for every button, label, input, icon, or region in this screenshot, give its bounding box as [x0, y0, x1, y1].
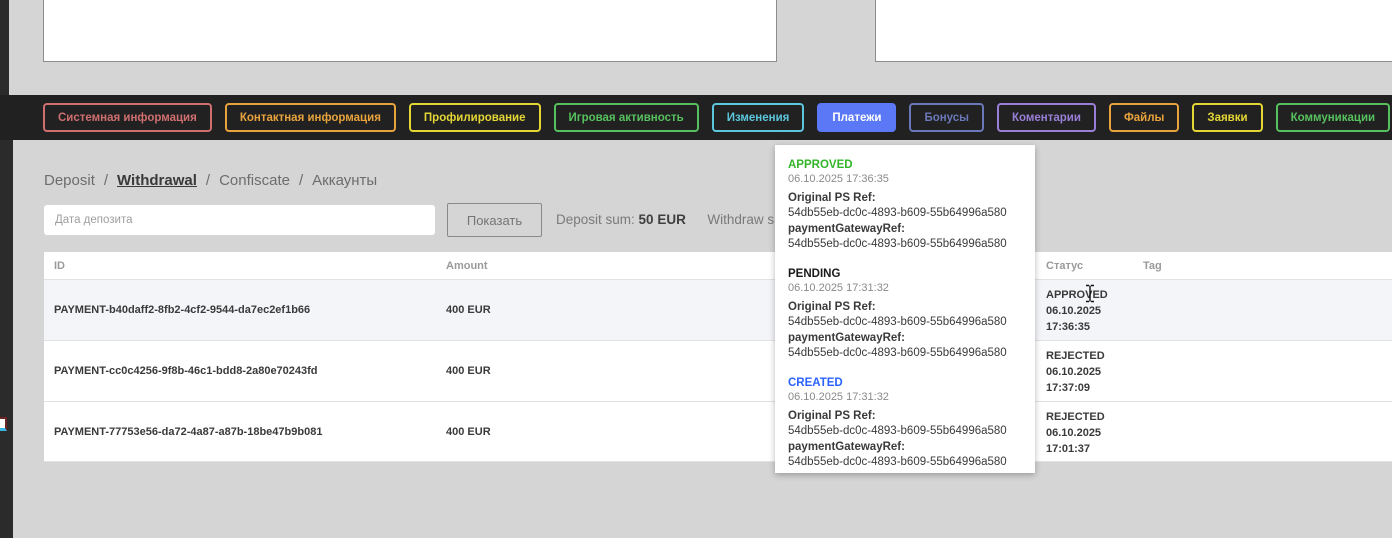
entry-status: PENDING	[788, 268, 841, 280]
tab-game-activity[interactable]: Игровая активность	[553, 103, 699, 132]
status-history-popup: APPROVED 06.10.2025 17:36:35 Original PS…	[775, 145, 1035, 473]
table-header: ID Amount Статус Tag	[44, 252, 1392, 279]
payment-amount: 400 EUR	[446, 365, 491, 377]
status-date: 06.10.2025	[1046, 305, 1102, 317]
ps-ref-label: Original PS Ref:	[788, 410, 876, 422]
payment-status[interactable]: REJECTED 06.10.2025 17:01:37	[1046, 409, 1105, 457]
deposit-sum-value: 50 EUR	[638, 212, 686, 227]
tab-profiling[interactable]: Профилирование	[408, 103, 541, 132]
left-edge-strip-bottom	[0, 140, 13, 538]
tab-bonuses[interactable]: Бонусы	[909, 103, 984, 132]
status-time: 17:37:09	[1046, 382, 1091, 394]
gateway-ref-value: 54db55eb-dc0c-4893-b609-55b64996a580	[788, 238, 1007, 250]
ps-ref-value: 54db55eb-dc0c-4893-b609-55b64996a580	[788, 425, 1007, 437]
breadcrumb-withdrawal[interactable]: Withdrawal	[117, 172, 197, 189]
payment-amount: 400 EUR	[446, 425, 491, 438]
status-text: REJECTED	[1046, 411, 1105, 423]
payment-id: PAYMENT-b40daff2-8fb2-4cf2-9544-da7ec2ef…	[54, 304, 311, 316]
header-tag: Tag	[1143, 260, 1162, 272]
ps-ref-label: Original PS Ref:	[788, 301, 876, 313]
gateway-ref-label: paymentGatewayRef:	[788, 223, 905, 235]
status-text: APPROVED	[1046, 289, 1108, 301]
deposit-date-input[interactable]	[44, 205, 435, 235]
breadcrumb: Deposit / Withdrawal / Confiscate / Акка…	[44, 172, 377, 189]
header-id: ID	[54, 260, 65, 272]
table-row[interactable]: PAYMENT-cc0c4256-9f8b-46c1-bdd8-2a80e702…	[44, 340, 1392, 401]
payment-status[interactable]: APPROVED 06.10.2025 17:36:35	[1046, 287, 1108, 335]
entry-status: APPROVED	[788, 159, 853, 171]
breadcrumb-accounts[interactable]: Аккаунты	[312, 172, 377, 189]
top-panel-right	[875, 0, 1392, 62]
tab-changes[interactable]: Изменения	[711, 103, 805, 132]
gateway-ref-value: 54db55eb-dc0c-4893-b609-55b64996a580	[788, 347, 1007, 359]
ps-ref-value: 54db55eb-dc0c-4893-b609-55b64996a580	[788, 316, 1007, 328]
gateway-ref-label: paymentGatewayRef:	[788, 441, 905, 453]
status-time: 17:36:35	[1046, 321, 1091, 333]
gateway-ref-label: paymentGatewayRef:	[788, 332, 905, 344]
header-status: Статус	[1046, 260, 1084, 272]
gateway-ref-value: 54db55eb-dc0c-4893-b609-55b64996a580	[788, 456, 1007, 468]
show-button[interactable]: Показать	[447, 203, 542, 237]
top-panel-left	[43, 0, 777, 62]
table-row[interactable]: PAYMENT-77753e56-da72-4a87-a87b-18be47b9…	[44, 401, 1392, 462]
entry-timestamp: 06.10.2025 17:36:35	[788, 173, 889, 185]
tab-comments[interactable]: Коментарии	[997, 103, 1096, 132]
breadcrumb-deposit[interactable]: Deposit	[44, 172, 95, 189]
status-history-entry: APPROVED 06.10.2025 17:36:35 Original PS…	[788, 158, 1022, 252]
status-history-entry: CREATED 06.10.2025 17:31:32 Original PS …	[788, 376, 1022, 470]
screen: Системная информация Контактная информац…	[0, 0, 1392, 538]
payment-id: PAYMENT-77753e56-da72-4a87-a87b-18be47b9…	[54, 425, 323, 438]
payment-status[interactable]: REJECTED 06.10.2025 17:37:09	[1046, 348, 1105, 396]
deposit-sum-label: Deposit sum:	[556, 212, 635, 227]
tab-contact-info[interactable]: Контактная информация	[224, 103, 396, 132]
breadcrumb-separator: /	[298, 172, 304, 189]
status-time: 17:01:37	[1046, 443, 1091, 455]
status-history-entry: PENDING 06.10.2025 17:31:32 Original PS …	[788, 267, 1022, 361]
header-amount: Amount	[446, 260, 488, 272]
entry-timestamp: 06.10.2025 17:31:32	[788, 391, 889, 403]
ps-ref-value: 54db55eb-dc0c-4893-b609-55b64996a580	[788, 207, 1007, 219]
table-row[interactable]: PAYMENT-b40daff2-8fb2-4cf2-9544-da7ec2ef…	[44, 279, 1392, 340]
payment-amount: 400 EUR	[446, 304, 491, 316]
ps-ref-label: Original PS Ref:	[788, 192, 876, 204]
status-date: 06.10.2025	[1046, 366, 1102, 378]
tab-files[interactable]: Файлы	[1108, 103, 1180, 132]
breadcrumb-separator: /	[103, 172, 109, 189]
left-edge-strip-top	[0, 0, 9, 95]
section-tab-bar: Системная информация Контактная информац…	[0, 95, 1392, 140]
payments-table: ID Amount Статус Tag PAYMENT-b40daff2-8f…	[44, 252, 1392, 462]
tab-communications[interactable]: Коммуникации	[1275, 103, 1391, 132]
breadcrumb-separator: /	[205, 172, 211, 189]
docked-widget-icon[interactable]	[0, 417, 7, 431]
tab-system-info[interactable]: Системная информация	[43, 103, 212, 132]
entry-status: CREATED	[788, 377, 843, 389]
status-date: 06.10.2025	[1046, 427, 1102, 439]
breadcrumb-confiscate[interactable]: Confiscate	[219, 172, 290, 189]
entry-timestamp: 06.10.2025 17:31:32	[788, 282, 889, 294]
status-text: REJECTED	[1046, 350, 1105, 362]
tab-payments[interactable]: Платежи	[817, 103, 897, 132]
tab-requests[interactable]: Заявки	[1192, 103, 1263, 132]
payment-id: PAYMENT-cc0c4256-9f8b-46c1-bdd8-2a80e702…	[54, 365, 318, 377]
